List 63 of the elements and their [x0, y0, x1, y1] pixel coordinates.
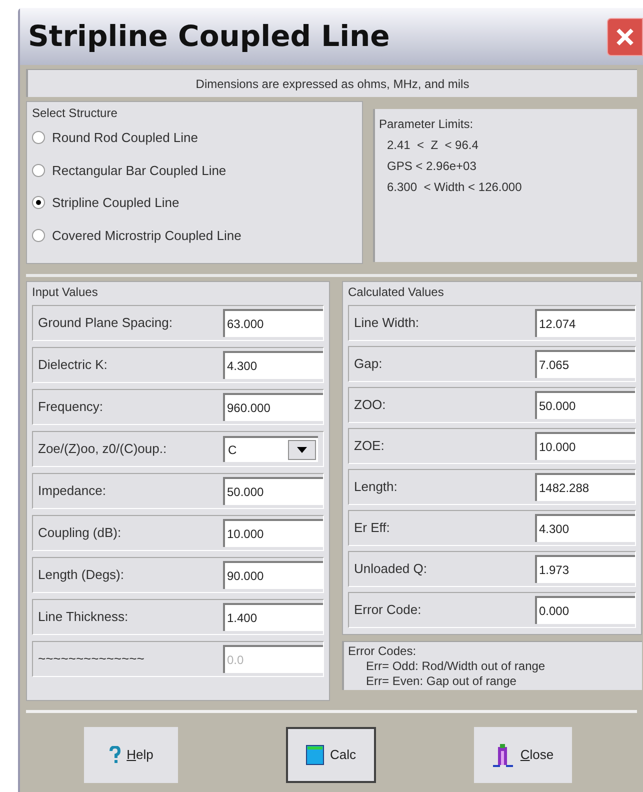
radio-button[interactable]: [32, 228, 45, 242]
field-label: Line Width:: [353, 314, 420, 332]
group-title: Input Values: [32, 284, 99, 301]
field-label: Error Code:: [353, 601, 422, 620]
input-field[interactable]: 90.000: [223, 561, 323, 589]
input-field[interactable]: 63.000: [223, 309, 323, 337]
field-label: ~~~~~~~~~~~~~~: [37, 650, 146, 668]
radio-button[interactable]: [32, 196, 45, 210]
limits-title: Parameter Limits:: [379, 116, 474, 133]
info-bar: Dimensions are expressed as ohms, MHz, and mils: [26, 69, 637, 97]
calculator-icon: [306, 745, 324, 765]
output-field[interactable]: 1482.288: [535, 473, 635, 501]
close-app-button[interactable]: Close: [474, 727, 572, 783]
output-field[interactable]: 0.000: [535, 596, 635, 624]
input-field[interactable]: 960.000: [223, 393, 323, 421]
calc-button[interactable]: Calc: [286, 727, 376, 783]
input-field[interactable]: 50.000: [223, 477, 323, 505]
group-title: Select Structure: [32, 105, 118, 122]
limit-text: 2.41 < Z < 96.4: [386, 137, 480, 154]
error-codes-title: Error Codes:: [348, 644, 418, 659]
field-label: Gap:: [353, 355, 384, 374]
radio-label: Stripline Coupled Line: [52, 194, 180, 212]
help-button[interactable]: Help: [84, 727, 178, 783]
exit-door-icon: [492, 743, 514, 767]
group-title: Calculated Values: [348, 284, 445, 301]
output-field[interactable]: 10.000: [535, 432, 635, 460]
radio-label: Covered Microstrip Coupled Line: [52, 226, 242, 245]
radio-label: Round Rod Coupled Line: [52, 129, 198, 147]
field-label: Coupling (dB):: [37, 524, 122, 542]
field-label: Zoe/(Z)oo, z0/(C)oup.:: [37, 440, 168, 458]
caret-icon: [297, 447, 307, 453]
dropdown-button[interactable]: [288, 440, 316, 460]
error-code-text: Err= Odd: Rod/Width out of range: [365, 659, 546, 674]
field-label: Impedance:: [37, 482, 107, 500]
field-label: Length:: [353, 478, 398, 496]
field-label: ZOE:: [353, 437, 386, 456]
dropdown[interactable]: C: [223, 436, 318, 462]
close-icon: [615, 26, 635, 46]
input-field[interactable]: 10.000: [223, 519, 323, 547]
close-button[interactable]: [607, 18, 643, 56]
radio-button[interactable]: [32, 131, 45, 144]
input-field[interactable]: 1.400: [223, 603, 323, 631]
field-label: Length (Degs):: [37, 566, 125, 584]
output-field[interactable]: 4.300: [535, 514, 635, 542]
radio-label: Rectangular Bar Coupled Line: [52, 162, 226, 180]
field-label: Line Thickness:: [37, 608, 130, 626]
field-label: Ground Plane Spacing:: [37, 314, 174, 332]
field-label: Er Eff:: [353, 519, 391, 538]
field-label: Unloaded Q:: [353, 560, 428, 578]
input-field[interactable]: 4.300: [223, 351, 323, 379]
output-field[interactable]: 1.973: [535, 555, 635, 583]
output-field[interactable]: 12.074: [535, 309, 635, 337]
radio-button[interactable]: [32, 164, 45, 177]
field-label: ZOO:: [353, 396, 387, 414]
error-code-text: Err= Even: Gap out of range: [365, 674, 518, 689]
output-field[interactable]: 50.000: [535, 391, 635, 419]
field-label: Frequency:: [37, 398, 104, 416]
window-title: Stripline Coupled Line: [28, 18, 390, 55]
field-label: Dielectric K:: [37, 356, 108, 374]
output-field[interactable]: 7.065: [535, 350, 635, 378]
limit-text: 6.300 < Width < 126.000: [386, 179, 523, 196]
limit-text: GPS < 2.96e+03: [386, 158, 478, 175]
question-mark-icon: [108, 746, 121, 764]
